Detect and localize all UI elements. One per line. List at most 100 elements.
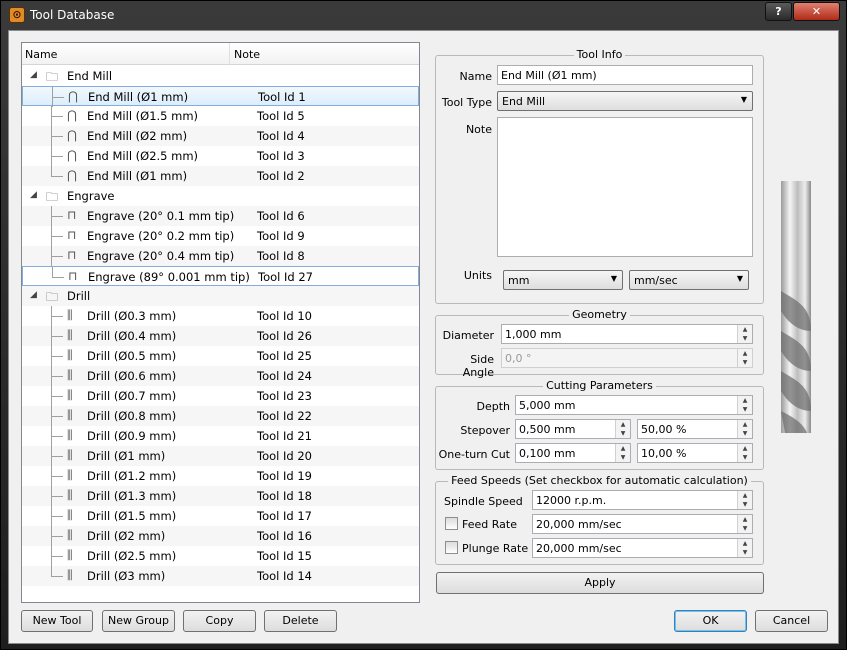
name-input[interactable]: End Mill (Ø1 mm) (497, 65, 753, 85)
stepover-percent-input[interactable]: 50,00 % ▲ ▼ (637, 419, 753, 439)
tool-name: Drill (Ø0.8 mm) (87, 409, 177, 423)
expand-arrow-icon[interactable]: ◢ (30, 290, 37, 300)
close-button[interactable]: ✕ (793, 2, 840, 21)
title-bar[interactable]: ⊙ Tool Database ? ✕ (1, 1, 846, 29)
new-tool-button[interactable]: New Tool (21, 610, 93, 632)
tree-connector-line (52, 97, 64, 98)
tree-tool-row[interactable]: ⊓ Engrave (20° 0.2 mm tip) Tool Id 9 (22, 226, 419, 246)
dialog-client: Name Note ◢ 🗀 End Mill ⋂ End Mill (Ø1 mm) Too… (8, 30, 839, 644)
column-header-name[interactable]: Name (25, 48, 57, 61)
stepover-spinner[interactable]: ▲ ▼ (615, 420, 630, 438)
tree-tool-row[interactable]: ⋂ End Mill (Ø1 mm) Tool Id 2 (22, 166, 419, 186)
tool-type-select[interactable]: End Mill ▼ (497, 91, 753, 111)
tree-tool-row[interactable]: ⊓ Engrave (20° 0.1 mm tip) Tool Id 6 (22, 206, 419, 226)
tool-note: Tool Id 4 (257, 129, 305, 143)
delete-button[interactable]: Delete (264, 610, 337, 632)
drill-icon: ⫼ (67, 468, 73, 482)
tree-connector-line (51, 216, 63, 217)
one-turn-cut-percent-spinner[interactable]: ▲ ▼ (737, 444, 752, 462)
tree-connector-line (51, 356, 63, 357)
tree-tool-row[interactable]: ⫼ Drill (Ø0.7 mm) Tool Id 23 (22, 386, 419, 406)
tree-tool-row[interactable]: ⊓ Engrave (20° 0.4 mm tip) Tool Id 8 (22, 246, 419, 266)
tree-tool-row[interactable]: ⫼ Drill (Ø2.5 mm) Tool Id 15 (22, 546, 419, 566)
tree-tool-row[interactable]: ⫼ Drill (Ø0.8 mm) Tool Id 22 (22, 406, 419, 426)
note-label: Note (465, 123, 492, 136)
spindle-speed-spinner[interactable]: ▲ ▼ (737, 491, 752, 509)
feed-rate-checkbox[interactable] (445, 517, 458, 530)
drill-icon: ⫼ (67, 428, 73, 442)
tool-name: Drill (Ø0.6 mm) (87, 369, 177, 383)
column-header-note[interactable]: Note (234, 48, 260, 61)
copy-button[interactable]: Copy (183, 610, 256, 632)
group-name: Drill (67, 289, 91, 303)
one-turn-cut-input[interactable]: 0,100 mm ▲ ▼ (515, 443, 631, 463)
note-textarea[interactable] (497, 117, 753, 257)
apply-button[interactable]: Apply (436, 572, 764, 594)
one-turn-cut-spinner[interactable]: ▲ ▼ (615, 444, 630, 462)
plunge-rate-value: 20,000 mm/sec (536, 542, 622, 555)
stepover-input[interactable]: 0,500 mm ▲ ▼ (515, 419, 631, 439)
tree-tool-row[interactable]: ⫼ Drill (Ø1 mm) Tool Id 20 (22, 446, 419, 466)
plunge-rate-input[interactable]: 20,000 mm/sec ▲ ▼ (532, 538, 753, 558)
header-separator (229, 43, 230, 65)
tool-info-title: Tool Info (436, 48, 763, 62)
tree-tool-row[interactable]: ⫼ Drill (Ø1.3 mm) Tool Id 18 (22, 486, 419, 506)
tool-name: Engrave (20° 0.4 mm tip) (87, 249, 235, 263)
speed-units-value: mm/sec (634, 274, 678, 287)
tool-note: Tool Id 23 (257, 389, 312, 403)
diameter-spinner[interactable]: ▲ ▼ (737, 325, 752, 343)
length-units-select[interactable]: mm ▼ (503, 270, 623, 290)
one-turn-cut-percent-input[interactable]: 10,00 % ▲ ▼ (637, 443, 753, 463)
tree-tool-row[interactable]: ⫼ Drill (Ø0.5 mm) Tool Id 25 (22, 346, 419, 366)
tree-tool-row[interactable]: ⋂ End Mill (Ø1.5 mm) Tool Id 5 (22, 106, 419, 126)
plunge-rate-checkbox[interactable] (445, 541, 458, 554)
tree-group-row[interactable]: ◢ 🗀 Drill (22, 286, 419, 306)
tree-group-row[interactable]: ◢ 🗀 Engrave (22, 186, 419, 206)
spindle-speed-input[interactable]: 12000 r.p.m. ▲ ▼ (532, 490, 753, 510)
stepover-percent-value: 50,00 % (641, 423, 687, 436)
diameter-input[interactable]: 1,000 mm ▲ ▼ (501, 324, 753, 344)
tool-database-window: ⊙ Tool Database ? ✕ Name Note ◢ 🗀 End Mill… (0, 0, 847, 650)
tree-tool-row[interactable]: ⫼ Drill (Ø2 mm) Tool Id 16 (22, 526, 419, 546)
tree-tool-row[interactable]: ⫼ Drill (Ø0.6 mm) Tool Id 24 (22, 366, 419, 386)
feed-rate-label: Feed Rate (462, 518, 517, 531)
one-turn-cut-label: One-turn Cut (438, 448, 510, 461)
name-label: Name (459, 70, 492, 83)
tree-connector-line (52, 267, 53, 277)
stepover-percent-spinner[interactable]: ▲ ▼ (737, 420, 752, 438)
tool-note: Tool Id 14 (257, 569, 312, 583)
tool-note: Tool Id 9 (257, 229, 305, 243)
depth-value: 5,000 mm (519, 399, 576, 412)
feed-rate-spinner[interactable]: ▲ ▼ (737, 515, 752, 533)
tree-connector-line (51, 396, 63, 397)
cutting-parameters-group: Cutting Parameters Depth 5,000 mm ▲ ▼ Ste… (435, 379, 764, 470)
tree-tool-row[interactable]: ⫼ Drill (Ø0.3 mm) Tool Id 10 (22, 306, 419, 326)
tree-group-row[interactable]: ◢ 🗀 End Mill (22, 66, 419, 86)
tool-preview-image (781, 181, 811, 433)
ok-button[interactable]: OK (674, 610, 747, 632)
expand-arrow-icon[interactable]: ◢ (30, 190, 37, 200)
depth-spinner[interactable]: ▲ ▼ (737, 396, 752, 414)
feed-rate-input[interactable]: 20,000 mm/sec ▲ ▼ (532, 514, 753, 534)
engrave-icon: ⊓ (67, 228, 77, 242)
depth-input[interactable]: 5,000 mm ▲ ▼ (515, 395, 753, 415)
tree-tool-row[interactable]: ⫼ Drill (Ø0.9 mm) Tool Id 21 (22, 426, 419, 446)
tree-tool-row[interactable]: ⋂ End Mill (Ø1 mm) Tool Id 1 (22, 86, 419, 107)
new-group-button[interactable]: New Group (102, 610, 175, 632)
tree-tool-row[interactable]: ⫼ Drill (Ø3 mm) Tool Id 14 (22, 566, 419, 586)
tool-note: Tool Id 25 (257, 349, 312, 363)
tree-tool-row[interactable]: ⫼ Drill (Ø1.5 mm) Tool Id 17 (22, 506, 419, 526)
tool-tree[interactable]: Name Note ◢ 🗀 End Mill ⋂ End Mill (Ø1 mm) Too… (21, 42, 420, 603)
endmill-icon: ⋂ (67, 148, 77, 162)
speed-units-select[interactable]: mm/sec ▼ (629, 270, 749, 290)
tree-tool-row[interactable]: ⫼ Drill (Ø1.2 mm) Tool Id 19 (22, 466, 419, 486)
tree-tool-row[interactable]: ⫼ Drill (Ø0.4 mm) Tool Id 26 (22, 326, 419, 346)
tree-tool-row[interactable]: ⋂ End Mill (Ø2.5 mm) Tool Id 3 (22, 146, 419, 166)
help-button[interactable]: ? (765, 2, 792, 21)
tree-tool-row[interactable]: ⋂ End Mill (Ø2 mm) Tool Id 4 (22, 126, 419, 146)
expand-arrow-icon[interactable]: ◢ (30, 70, 37, 80)
tree-tool-row[interactable]: ⊓ Engrave (89° 0.001 mm tip) Tool Id 27 (22, 266, 419, 286)
plunge-rate-spinner[interactable]: ▲ ▼ (737, 539, 752, 557)
tool-name: Drill (Ø2.5 mm) (87, 549, 177, 563)
cancel-button[interactable]: Cancel (755, 610, 828, 632)
